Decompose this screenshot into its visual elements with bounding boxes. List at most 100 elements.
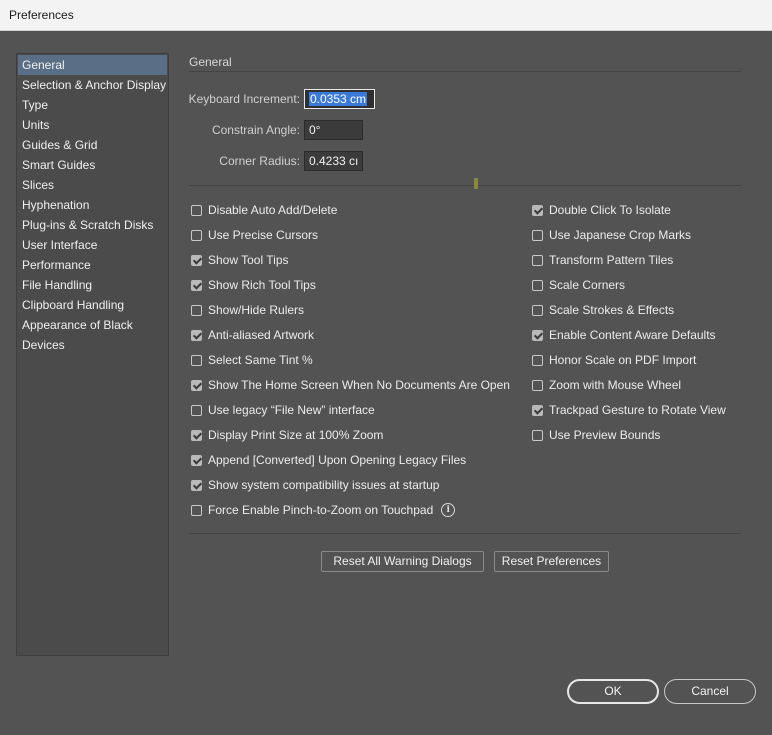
option-label: Anti-aliased Artwork bbox=[208, 328, 315, 342]
sidebar-item-performance[interactable]: Performance bbox=[17, 255, 168, 275]
option-label: Use Preview Bounds bbox=[549, 428, 661, 442]
section-divider-top bbox=[189, 71, 741, 72]
checkbox[interactable] bbox=[532, 204, 543, 216]
window-titlebar: Preferences bbox=[0, 0, 772, 31]
checkbox[interactable] bbox=[191, 379, 202, 391]
sidebar-item-units[interactable]: Units bbox=[17, 115, 168, 135]
checkbox[interactable] bbox=[191, 479, 202, 491]
option-label: Force Enable Pinch-to-Zoom on Touchpad bbox=[208, 503, 434, 517]
option-scale-strokes-effects[interactable]: Scale Strokes & Effects bbox=[532, 302, 674, 318]
option-label: Use Japanese Crop Marks bbox=[549, 228, 692, 242]
cancel-button[interactable]: Cancel bbox=[664, 679, 756, 704]
checkbox[interactable] bbox=[191, 404, 202, 416]
checkbox[interactable] bbox=[532, 354, 543, 366]
option-label: Show/Hide Rulers bbox=[208, 303, 305, 317]
checkbox[interactable] bbox=[191, 454, 202, 466]
option-display-print-size-at-100-zoom[interactable]: Display Print Size at 100% Zoom bbox=[191, 427, 383, 443]
sidebar-item-guides-grid[interactable]: Guides & Grid bbox=[17, 135, 168, 155]
option-label: Show The Home Screen When No Documents A… bbox=[208, 378, 510, 392]
sidebar-item-plug-ins-scratch-disks[interactable]: Plug-ins & Scratch Disks bbox=[17, 215, 168, 235]
option-label: Append [Converted] Upon Opening Legacy F… bbox=[208, 453, 467, 467]
constrain-angle-input[interactable]: 0° bbox=[304, 120, 363, 140]
section-divider-bottom bbox=[189, 533, 741, 534]
option-label: Select Same Tint % bbox=[208, 353, 313, 367]
option-show-hide-rulers[interactable]: Show/Hide Rulers bbox=[191, 302, 304, 318]
option-use-japanese-crop-marks[interactable]: Use Japanese Crop Marks bbox=[532, 227, 691, 243]
option-label: Enable Content Aware Defaults bbox=[549, 328, 716, 342]
info-icon[interactable]: i bbox=[441, 503, 456, 517]
option-use-legacy-file-new-interface[interactable]: Use legacy “File New” interface bbox=[191, 402, 375, 418]
reset-preferences-button[interactable]: Reset Preferences bbox=[494, 551, 609, 572]
option-use-preview-bounds[interactable]: Use Preview Bounds bbox=[532, 427, 660, 443]
sidebar-item-general[interactable]: General bbox=[18, 55, 167, 75]
option-honor-scale-on-pdf-import[interactable]: Honor Scale on PDF Import bbox=[532, 352, 696, 368]
checkbox[interactable] bbox=[191, 279, 202, 291]
option-zoom-with-mouse-wheel[interactable]: Zoom with Mouse Wheel bbox=[532, 377, 681, 393]
option-select-same-tint[interactable]: Select Same Tint % bbox=[191, 352, 313, 368]
option-label: Transform Pattern Tiles bbox=[549, 253, 674, 267]
option-label: Zoom with Mouse Wheel bbox=[549, 378, 682, 392]
checkbox[interactable] bbox=[191, 504, 202, 516]
sidebar-item-clipboard-handling[interactable]: Clipboard Handling bbox=[17, 295, 168, 315]
option-show-tool-tips[interactable]: Show Tool Tips bbox=[191, 252, 289, 268]
constrain-angle-label: Constrain Angle: bbox=[211, 123, 300, 137]
corner-radius-input[interactable]: 0.4233 cı bbox=[304, 151, 363, 171]
option-disable-auto-add-delete[interactable]: Disable Auto Add/Delete bbox=[191, 202, 337, 218]
option-show-system-compatibility-issues-at-startup[interactable]: Show system compatibility issues at star… bbox=[191, 477, 439, 493]
checkbox[interactable] bbox=[191, 429, 202, 441]
option-label: Disable Auto Add/Delete bbox=[208, 203, 338, 217]
checkbox[interactable] bbox=[191, 229, 202, 241]
option-label: Scale Strokes & Effects bbox=[549, 303, 675, 317]
sidebar-item-file-handling[interactable]: File Handling bbox=[17, 275, 168, 295]
option-label: Display Print Size at 100% Zoom bbox=[208, 428, 384, 442]
sidebar-item-hyphenation[interactable]: Hyphenation bbox=[17, 195, 168, 215]
checkbox[interactable] bbox=[532, 279, 543, 291]
section-divider-mid bbox=[189, 185, 741, 186]
checkbox[interactable] bbox=[532, 304, 543, 316]
checkbox[interactable] bbox=[191, 254, 202, 266]
sidebar-item-devices[interactable]: Devices bbox=[17, 335, 168, 355]
checkbox[interactable] bbox=[532, 229, 543, 241]
option-label: Scale Corners bbox=[549, 278, 626, 292]
option-label: Show Tool Tips bbox=[208, 253, 289, 267]
option-label: Use legacy “File New” interface bbox=[208, 403, 375, 417]
option-append-converted-upon-opening-legacy-files[interactable]: Append [Converted] Upon Opening Legacy F… bbox=[191, 452, 466, 468]
option-use-precise-cursors[interactable]: Use Precise Cursors bbox=[191, 227, 318, 243]
keyboard-increment-input[interactable]: 0.0353 cm bbox=[304, 89, 375, 109]
section-title: General bbox=[189, 55, 232, 69]
sidebar-item-selection-anchor-display[interactable]: Selection & Anchor Display bbox=[17, 75, 168, 95]
sidebar-item-appearance-of-black[interactable]: Appearance of Black bbox=[17, 315, 168, 335]
checkbox[interactable] bbox=[532, 404, 543, 416]
sidebar-item-slices[interactable]: Slices bbox=[17, 175, 168, 195]
option-label: Trackpad Gesture to Rotate View bbox=[549, 403, 726, 417]
option-transform-pattern-tiles[interactable]: Transform Pattern Tiles bbox=[532, 252, 673, 268]
option-enable-content-aware-defaults[interactable]: Enable Content Aware Defaults bbox=[532, 327, 716, 343]
checkbox[interactable] bbox=[532, 429, 543, 441]
checkbox[interactable] bbox=[191, 204, 202, 216]
keyboard-increment-label: Keyboard Increment: bbox=[188, 92, 300, 106]
option-label: Honor Scale on PDF Import bbox=[549, 353, 697, 367]
option-label: Double Click To Isolate bbox=[549, 203, 671, 217]
sidebar-item-smart-guides[interactable]: Smart Guides bbox=[17, 155, 168, 175]
option-label: Show Rich Tool Tips bbox=[208, 278, 316, 292]
checkbox[interactable] bbox=[532, 379, 543, 391]
divider-drag-handle[interactable] bbox=[474, 178, 478, 189]
option-force-enable-pinch-to-zoom-on-touchpad[interactable]: Force Enable Pinch-to-Zoom on Touchpad i bbox=[191, 502, 456, 518]
checkbox[interactable] bbox=[532, 254, 543, 266]
checkbox[interactable] bbox=[191, 304, 202, 316]
option-double-click-to-isolate[interactable]: Double Click To Isolate bbox=[532, 202, 671, 218]
option-show-the-home-screen-when-no-documents-are-open[interactable]: Show The Home Screen When No Documents A… bbox=[191, 377, 510, 393]
sidebar-item-user-interface[interactable]: User Interface bbox=[17, 235, 168, 255]
option-scale-corners[interactable]: Scale Corners bbox=[532, 277, 625, 293]
checkbox[interactable] bbox=[532, 329, 543, 341]
option-trackpad-gesture-to-rotate-view[interactable]: Trackpad Gesture to Rotate View bbox=[532, 402, 726, 418]
option-label: Show system compatibility issues at star… bbox=[208, 478, 440, 492]
checkbox[interactable] bbox=[191, 354, 202, 366]
option-show-rich-tool-tips[interactable]: Show Rich Tool Tips bbox=[191, 277, 316, 293]
reset-warning-dialogs-button[interactable]: Reset All Warning Dialogs bbox=[321, 551, 484, 572]
window-title: Preferences bbox=[9, 8, 74, 22]
checkbox[interactable] bbox=[191, 329, 202, 341]
option-anti-aliased-artwork[interactable]: Anti-aliased Artwork bbox=[191, 327, 314, 343]
sidebar-item-type[interactable]: Type bbox=[17, 95, 168, 115]
ok-button[interactable]: OK bbox=[567, 679, 659, 704]
